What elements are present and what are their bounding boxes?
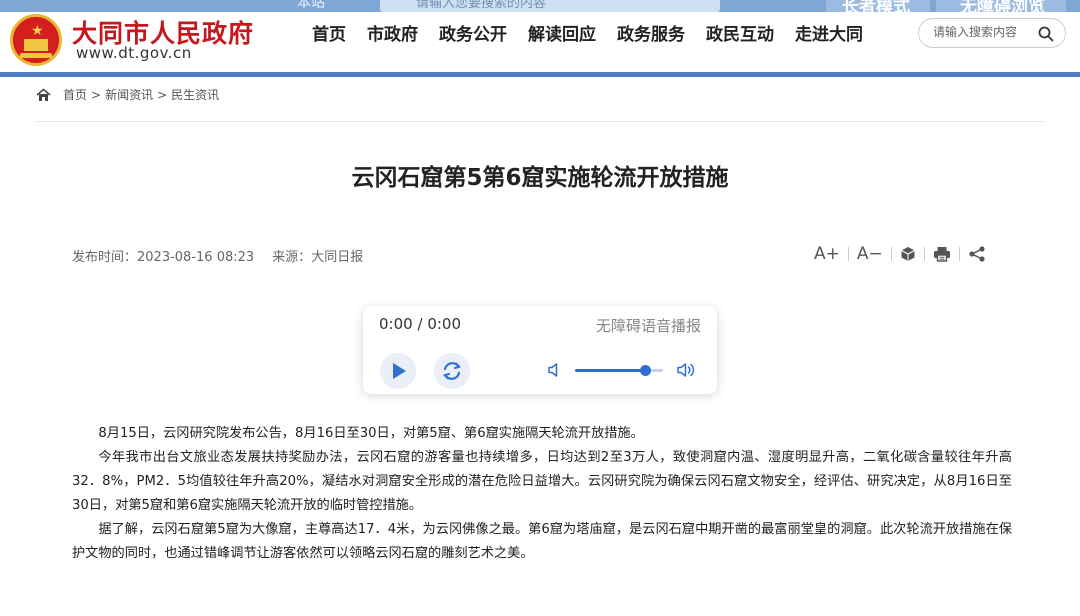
nav-city-government[interactable]: 市政府 <box>367 20 418 45</box>
share-icon[interactable] <box>968 246 986 262</box>
breadcrumb-livelihood[interactable]: 民生资讯 <box>171 86 219 103</box>
site-url: www.dt.gov.cn <box>76 44 192 62</box>
volume-knob[interactable] <box>640 365 652 376</box>
article-paragraph: 据了解，云冈石窟第5窟为大像窟，主尊高达17．4米，为云冈佛像之最。第6窟为塔庙… <box>72 522 1012 561</box>
nav-interpretation[interactable]: 解读回应 <box>528 20 596 45</box>
article-tools: A+ A− <box>814 242 986 266</box>
volume-slider[interactable] <box>575 365 663 376</box>
nav-government-affairs[interactable]: 政务公开 <box>439 20 507 45</box>
breadcrumb-divider <box>36 121 1044 122</box>
tool-divider <box>890 247 892 261</box>
duration: 0:00 <box>427 315 461 333</box>
player-time: 0:00 / 0:00 <box>379 315 461 333</box>
accessible-browse-button[interactable]: 无障碍浏览 <box>960 0 1045 12</box>
breadcrumb-separator: > <box>91 87 102 102</box>
home-icon[interactable] <box>36 87 51 102</box>
current-time: 0:00 <box>379 315 413 333</box>
article-meta: 发布时间：2023-08-16 08:23 来源：大同日报 <box>72 246 363 265</box>
breadcrumb-separator: > <box>157 87 168 102</box>
search-input[interactable] <box>933 25 1033 39</box>
volume-fill <box>575 369 646 372</box>
loop-icon <box>443 362 461 380</box>
search-scope-select[interactable]: 本站 <box>297 0 325 12</box>
article-title: 云冈石窟第5第6窟实施轮流开放措施 <box>351 165 729 191</box>
breadcrumb-home[interactable]: 首页 <box>63 86 87 103</box>
breadcrumb-news[interactable]: 新闻资讯 <box>105 86 153 103</box>
site-header: ★ 大同市人民政府 www.dt.gov.cn 首页 市政府 政务公开 解读回应… <box>0 12 1080 72</box>
publish-time: 2023-08-16 08:23 <box>137 250 255 265</box>
volume-high-icon[interactable] <box>676 361 698 379</box>
play-button[interactable] <box>380 353 416 389</box>
volume-low-icon[interactable] <box>547 362 561 378</box>
tool-divider <box>847 247 849 261</box>
nav-interaction[interactable]: 政民互动 <box>706 20 774 45</box>
search-icon[interactable] <box>1038 26 1054 42</box>
font-increase-button[interactable]: A+ <box>814 244 840 264</box>
nav-home[interactable]: 首页 <box>312 20 346 45</box>
header-bottom-bar <box>0 72 1080 77</box>
tool-divider <box>923 247 925 261</box>
play-icon <box>393 363 406 379</box>
top-utility-bar: 本站 请输入您要搜索的内容 长者模式 无障碍浏览 <box>0 0 1080 12</box>
audio-player: 0:00 / 0:00 无障碍语音播报 <box>363 306 717 394</box>
article-body: 8月15日，云冈研究院发布公告，8月16日至30日，对第5窟、第6窟实施隔天轮流… <box>72 422 1012 566</box>
article-paragraph: 今年我市出台文旅业态发展扶持奖励办法，云冈石窟的游客量也持续增多，日均达到2至3… <box>72 450 1012 513</box>
cube-icon[interactable] <box>900 246 916 262</box>
tool-divider <box>958 247 960 261</box>
nav-government-services[interactable]: 政务服务 <box>617 20 685 45</box>
breadcrumb: 首页 > 新闻资讯 > 民生资讯 <box>36 86 219 103</box>
main-nav: 首页 市政府 政务公开 解读回应 政务服务 政民互动 走进大同 <box>312 20 884 45</box>
search-box <box>918 18 1066 48</box>
source-label: 来源： <box>272 250 312 265</box>
tts-label: 无障碍语音播报 <box>595 317 701 335</box>
long-mode-button[interactable]: 长者模式 <box>842 0 910 12</box>
time-separator: / <box>417 315 423 333</box>
font-decrease-button[interactable]: A− <box>857 244 883 264</box>
nav-about-datong[interactable]: 走进大同 <box>795 20 863 45</box>
article-paragraph: 8月15日，云冈研究院发布公告，8月16日至30日，对第5窟、第6窟实施隔天轮流… <box>98 426 644 441</box>
publish-label: 发布时间： <box>72 250 138 265</box>
loop-button[interactable] <box>434 353 470 389</box>
print-icon[interactable] <box>933 246 951 262</box>
national-emblem-icon: ★ <box>10 14 62 66</box>
top-search-input[interactable]: 请输入您要搜索的内容 <box>380 0 720 12</box>
article-source: 大同日报 <box>311 250 364 265</box>
